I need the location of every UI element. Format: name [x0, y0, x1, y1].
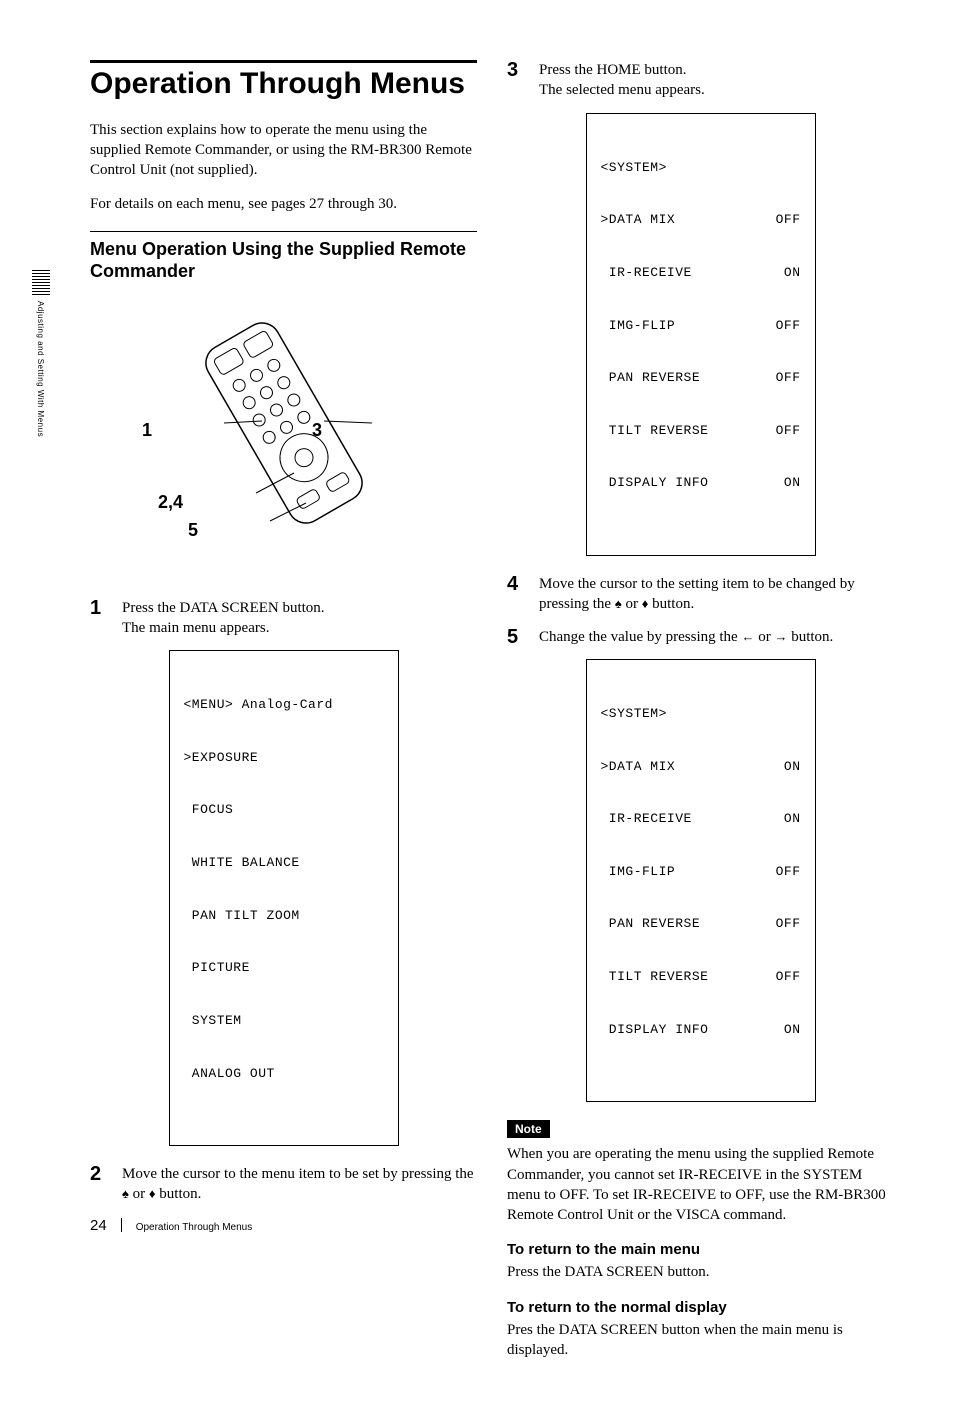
- step-1: 1 Press the DATA SCREEN button. The main…: [90, 598, 477, 639]
- callout-5: 5: [188, 520, 198, 541]
- remote-figure: 1 3 2,4 5: [90, 303, 477, 568]
- menu-item: FOCUS: [184, 801, 384, 819]
- step-3-text-b: The selected menu appears.: [539, 80, 894, 100]
- system-screen-2: <SYSTEM> >DATA MIXON IR-RECEIVEON IMG-FL…: [586, 659, 816, 1103]
- footer-divider: [121, 1218, 122, 1232]
- title-rule: [90, 60, 477, 63]
- intro-paragraph-2: For details on each menu, see pages 27 t…: [90, 194, 477, 214]
- step-1-text-b: The main menu appears.: [122, 618, 477, 638]
- page-footer: 24 Operation Through Menus: [90, 1216, 252, 1234]
- footer-page-number: 24: [90, 1217, 107, 1234]
- step-2-text: Move the cursor to the menu item to be s…: [122, 1164, 477, 1205]
- system-row: IMG-FLIPOFF: [601, 317, 801, 335]
- step-1-text-a: Press the DATA SCREEN button.: [122, 598, 477, 618]
- menu-screen: <MENU> Analog-Card >EXPOSURE FOCUS WHITE…: [169, 650, 399, 1146]
- step-5-text: Change the value by pressing the ← or → …: [539, 627, 894, 647]
- left-column: Operation Through Menus This section exp…: [90, 60, 477, 1374]
- system-row: PAN REVERSEOFF: [601, 915, 801, 933]
- system-row: IR-RECEIVEON: [601, 810, 801, 828]
- footer-title: Operation Through Menus: [136, 1222, 253, 1233]
- menu-item: >EXPOSURE: [184, 749, 384, 767]
- system-row: DISPALY INFOON: [601, 474, 801, 492]
- menu-item: ANALOG OUT: [184, 1065, 384, 1083]
- return-normal-text: Pres the DATA SCREEN button when the mai…: [507, 1320, 894, 1361]
- return-normal-heading: To return to the normal display: [507, 1299, 894, 1316]
- system-row: IMG-FLIPOFF: [601, 863, 801, 881]
- note-badge: Note: [507, 1120, 550, 1138]
- system-row: TILT REVERSEOFF: [601, 968, 801, 986]
- right-column: 3 Press the HOME button. The selected me…: [507, 60, 894, 1374]
- callout-1: 1: [142, 420, 152, 441]
- menu-item: PICTURE: [184, 959, 384, 977]
- menu-item: WHITE BALANCE: [184, 854, 384, 872]
- step-4-text: Move the cursor to the setting item to b…: [539, 574, 894, 615]
- system-screen-2-header: <SYSTEM>: [601, 705, 801, 723]
- step-3-num: 3: [507, 60, 525, 101]
- right-arrow-icon: →: [774, 629, 787, 644]
- menu-screen-header: <MENU> Analog-Card: [184, 696, 384, 714]
- section-heading: Menu Operation Using the Supplied Remote…: [90, 238, 477, 283]
- return-main-text: Press the DATA SCREEN button.: [507, 1262, 894, 1282]
- step-1-num: 1: [90, 598, 108, 639]
- up-arrow-icon: ♠: [122, 1186, 129, 1201]
- side-tab-text: Adjusting and Setting With Menus: [36, 301, 45, 437]
- system-screen-1-header: <SYSTEM>: [601, 159, 801, 177]
- system-row: DISPLAY INFOON: [601, 1021, 801, 1039]
- down-arrow-icon: ♦: [642, 596, 649, 611]
- callout-24: 2,4: [158, 492, 183, 513]
- system-screen-1: <SYSTEM> >DATA MIXOFF IR-RECEIVEON IMG-F…: [586, 113, 816, 557]
- menu-item: SYSTEM: [184, 1012, 384, 1030]
- page-title: Operation Through Menus: [90, 67, 477, 102]
- return-main-heading: To return to the main menu: [507, 1241, 894, 1258]
- intro-paragraph-1: This section explains how to operate the…: [90, 120, 477, 181]
- side-tab: Adjusting and Setting With Menus: [18, 270, 63, 437]
- system-row: IR-RECEIVEON: [601, 264, 801, 282]
- step-4-num: 4: [507, 574, 525, 615]
- section-rule: [90, 231, 477, 232]
- menu-item: PAN TILT ZOOM: [184, 907, 384, 925]
- step-2: 2 Move the cursor to the menu item to be…: [90, 1164, 477, 1205]
- step-5: 5 Change the value by pressing the ← or …: [507, 627, 894, 647]
- step-3: 3 Press the HOME button. The selected me…: [507, 60, 894, 101]
- up-arrow-icon: ♠: [615, 596, 622, 611]
- down-arrow-icon: ♦: [149, 1186, 156, 1201]
- side-tab-lines: [32, 270, 50, 295]
- step-5-num: 5: [507, 627, 525, 647]
- left-arrow-icon: ←: [741, 629, 754, 644]
- note-text: When you are operating the menu using th…: [507, 1144, 894, 1225]
- system-row: >DATA MIXON: [601, 758, 801, 776]
- callout-3: 3: [312, 420, 322, 441]
- system-row: >DATA MIXOFF: [601, 211, 801, 229]
- step-3-text-a: Press the HOME button.: [539, 60, 894, 80]
- step-4: 4 Move the cursor to the setting item to…: [507, 574, 894, 615]
- step-2-num: 2: [90, 1164, 108, 1205]
- system-row: PAN REVERSEOFF: [601, 369, 801, 387]
- system-row: TILT REVERSEOFF: [601, 422, 801, 440]
